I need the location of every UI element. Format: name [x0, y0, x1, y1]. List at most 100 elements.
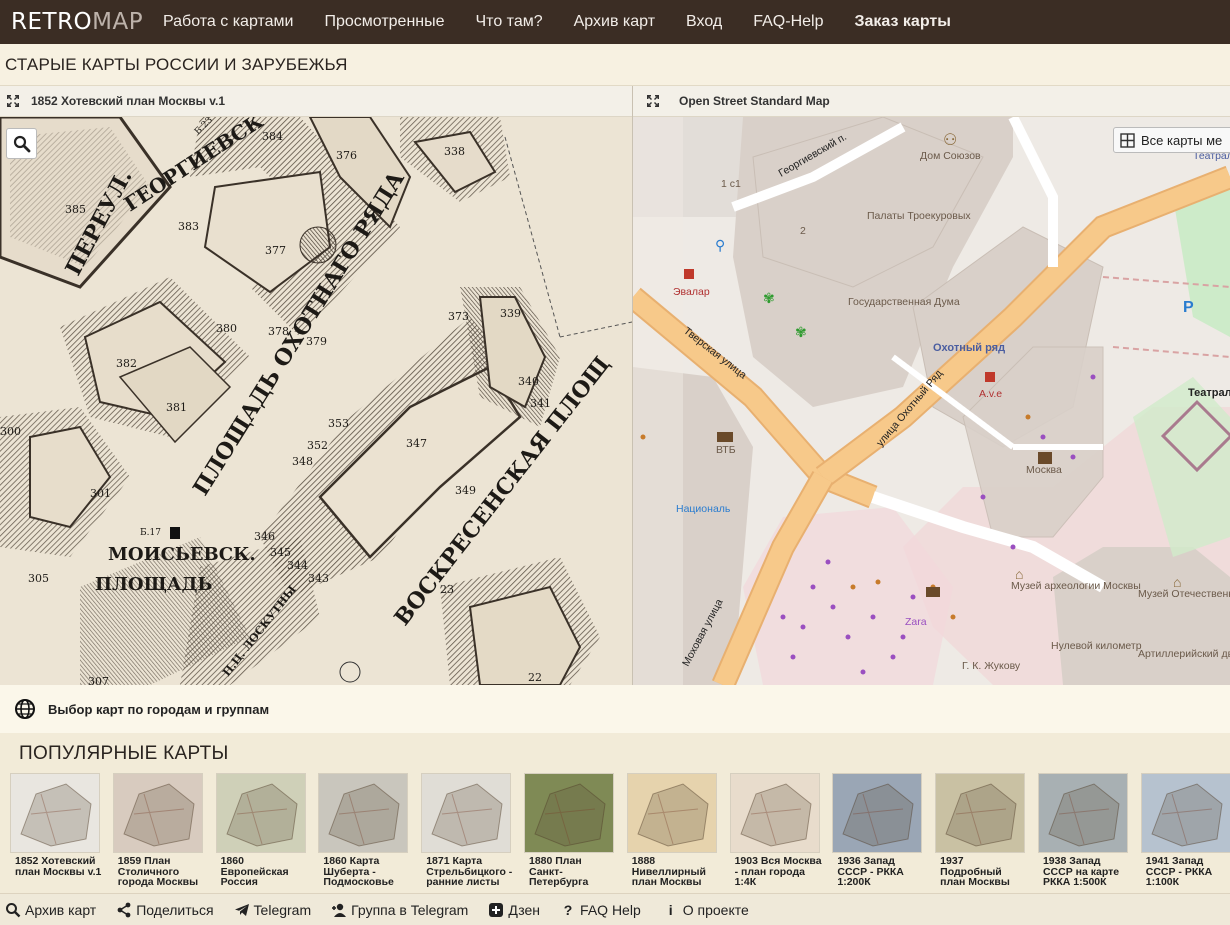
footer-telegram-label: Telegram: [253, 901, 312, 918]
footer-archive-label: Архив карт: [25, 901, 97, 918]
map-number: 300: [0, 425, 21, 438]
map-number: 340: [518, 375, 539, 388]
footer-dzen-label: Дзен: [508, 901, 541, 918]
right-map-title[interactable]: Open Street Standard Map: [679, 94, 830, 108]
popular-map-thumbnail[interactable]: [112, 773, 203, 853]
expand-icon[interactable]: [7, 95, 19, 107]
left-map-title[interactable]: 1852 Хотевский план Москвы v.1: [31, 94, 225, 108]
expand-icon[interactable]: [647, 95, 659, 107]
popular-map-card[interactable]: 1937 Подробный план Москвы: [935, 773, 1027, 888]
popular-map-thumbnail[interactable]: [935, 773, 1026, 853]
map-number: 23: [440, 583, 454, 596]
top-navbar: RETROMAP Работа с картами Просмотренные …: [0, 0, 1230, 44]
popular-map-card[interactable]: 1860 Карта Шуберта - Подмосковье: [318, 773, 410, 888]
footer-share-label: Поделиться: [136, 901, 214, 918]
osm-label: Дом Союзов: [920, 150, 981, 162]
footer-share-link[interactable]: Поделиться: [116, 901, 214, 918]
popular-map-card[interactable]: 1860 Европейская Россия: [215, 773, 308, 888]
old-map-viewer[interactable]: ПЕРЕУЛ. ГЕОРГИЕВСК ПЛОЩАДЬ ОХОТНАГО РЯДА…: [0, 117, 632, 685]
footer-faq-link[interactable]: ? FAQ Help: [560, 902, 641, 918]
map-number: 384: [262, 130, 283, 143]
osm-label: Москва: [1026, 464, 1062, 476]
nav-login[interactable]: Вход: [686, 13, 722, 31]
city-group-select-label: Выбор карт по городам и группам: [48, 701, 270, 717]
footer-telegram-group-link[interactable]: Группа в Telegram: [331, 902, 468, 918]
osm-label: Эвалар: [673, 286, 710, 298]
popular-map-thumbnail[interactable]: [215, 773, 306, 853]
question-icon: ?: [563, 901, 573, 918]
popular-map-thumbnail[interactable]: [832, 773, 923, 853]
popular-map-thumbnail[interactable]: [318, 773, 409, 853]
popular-map-card[interactable]: 1903 Вся Москва - план города 1:4К: [729, 773, 822, 888]
popular-map-card[interactable]: 1852 Хотевский план Москвы v.1: [10, 773, 102, 888]
all-maps-button[interactable]: Все карты ме: [1113, 127, 1230, 153]
popular-map-caption[interactable]: 1852 Хотевский план Москвы v.1: [10, 856, 102, 888]
mail-icon: [926, 587, 940, 597]
paw-icon: ✾: [763, 290, 775, 306]
nav-map-archive[interactable]: Архив карт: [574, 13, 655, 31]
popular-map-caption[interactable]: 1936 Запад СССР - РККА 1:200К: [832, 856, 924, 888]
nav-work-with-maps[interactable]: Работа с картами: [163, 13, 293, 31]
map-number: 347: [406, 437, 427, 450]
popular-map-caption[interactable]: 1941 Запад СССР - РККА 1:100К: [1141, 856, 1230, 888]
popular-maps-section: ПОПУЛЯРНЫЕ КАРТЫ 1852 Хотевский план Мос…: [0, 733, 1230, 893]
popular-map-thumbnail[interactable]: [421, 773, 512, 853]
osm-map-canvas[interactable]: ⚇ ⚲ ✾ ✾ P ⌂ ⌂ Дом Союзов Палаты Троекуро…: [633, 117, 1230, 685]
footer-dzen-link[interactable]: Дзен: [488, 902, 540, 918]
osm-map-viewer[interactable]: ⚇ ⚲ ✾ ✾ P ⌂ ⌂ Дом Союзов Палаты Троекуро…: [633, 117, 1230, 685]
nav-order-map[interactable]: Заказ карты: [854, 13, 950, 31]
logo[interactable]: RETROMAP: [0, 9, 163, 35]
osm-label: ВТБ: [716, 444, 736, 456]
osm-label: 2: [800, 225, 806, 237]
popular-map-thumbnail[interactable]: [1037, 773, 1128, 853]
popular-maps-list: 1852 Хотевский план Москвы v.1 1859 План …: [10, 773, 1230, 888]
telegram-icon: [234, 903, 249, 916]
map-number: 307: [88, 675, 109, 685]
right-map-header: Open Street Standard Map: [633, 86, 1230, 117]
popular-map-card[interactable]: 1941 Запад СССР - РККА 1:100К: [1140, 773, 1230, 888]
footer-telegram-link[interactable]: Telegram: [234, 901, 312, 918]
map-number: 385: [65, 203, 86, 216]
popular-map-thumbnail[interactable]: [729, 773, 820, 853]
pharmacy-icon: [985, 372, 995, 382]
city-group-select[interactable]: Выбор карт по городам и группам: [0, 685, 1230, 733]
popular-map-card[interactable]: 1888 Нивеллирный план Москвы: [626, 773, 719, 888]
popular-map-caption[interactable]: 1888 Нивеллирный план Москвы: [627, 856, 719, 888]
nav-viewed[interactable]: Просмотренные: [324, 13, 444, 31]
popular-map-thumbnail[interactable]: [10, 773, 100, 853]
popular-map-caption[interactable]: 1871 Карта Стрельбицкого - ранние листы: [421, 856, 513, 888]
popular-map-card[interactable]: 1936 Запад СССР - РККА 1:200К: [832, 773, 924, 888]
popular-map-caption[interactable]: 1860 Европейская Россия: [216, 856, 308, 888]
popular-map-caption[interactable]: 1903 Вся Москва - план города 1:4К: [730, 856, 822, 888]
nav-whats-there[interactable]: Что там?: [476, 13, 543, 31]
osm-label: Музей археологии Москвы: [1011, 580, 1141, 592]
footer-telegram-group-label: Группа в Telegram: [351, 901, 469, 918]
popular-map-thumbnail[interactable]: [523, 773, 614, 853]
map-search-button[interactable]: [6, 128, 37, 159]
popular-map-caption[interactable]: 1937 Подробный план Москвы: [935, 856, 1027, 888]
popular-map-thumbnail[interactable]: [1140, 773, 1230, 853]
map-number: 380: [216, 322, 237, 335]
footer-archive-link[interactable]: Архив карт: [5, 902, 96, 918]
popular-map-card[interactable]: 1859 План Столичного города Москвы: [112, 773, 205, 888]
popular-map-caption[interactable]: 1860 Карта Шуберта - Подмосковье: [318, 856, 410, 888]
old-map-canvas[interactable]: ПЕРЕУЛ. ГЕОРГИЕВСК ПЛОЩАДЬ ОХОТНАГО РЯДА…: [0, 117, 632, 685]
popular-map-card[interactable]: 1880 План Санкт-Петербурга: [523, 773, 616, 888]
footer-about-link[interactable]: i О проекте: [663, 902, 749, 918]
popular-map-caption[interactable]: 1859 План Столичного города Москвы: [113, 856, 205, 888]
add-user-icon: [332, 903, 347, 917]
globe-icon: [15, 699, 35, 719]
map-number: 377: [265, 244, 286, 257]
osm-label: Артиллерийский двор: [1138, 648, 1230, 660]
pharmacy-icon: [684, 269, 694, 279]
osm-label: Музей Отечественной войны 1812 года: [1138, 588, 1230, 600]
nav-faq-help[interactable]: FAQ-Help: [753, 13, 823, 31]
popular-map-card[interactable]: 1938 Запад СССР на карте РККА 1:500К: [1037, 773, 1130, 888]
popular-map-card[interactable]: 1871 Карта Стрельбицкого - ранние листы: [421, 773, 513, 888]
map-number: 346: [254, 530, 275, 543]
popular-map-caption[interactable]: 1938 Запад СССР на карте РККА 1:500К: [1038, 856, 1130, 888]
popular-map-caption[interactable]: 1880 План Санкт-Петербурга: [524, 856, 616, 888]
popular-map-thumbnail[interactable]: [626, 773, 717, 853]
map-number: 22: [528, 671, 542, 684]
osm-label: A.v.e: [979, 388, 1002, 400]
